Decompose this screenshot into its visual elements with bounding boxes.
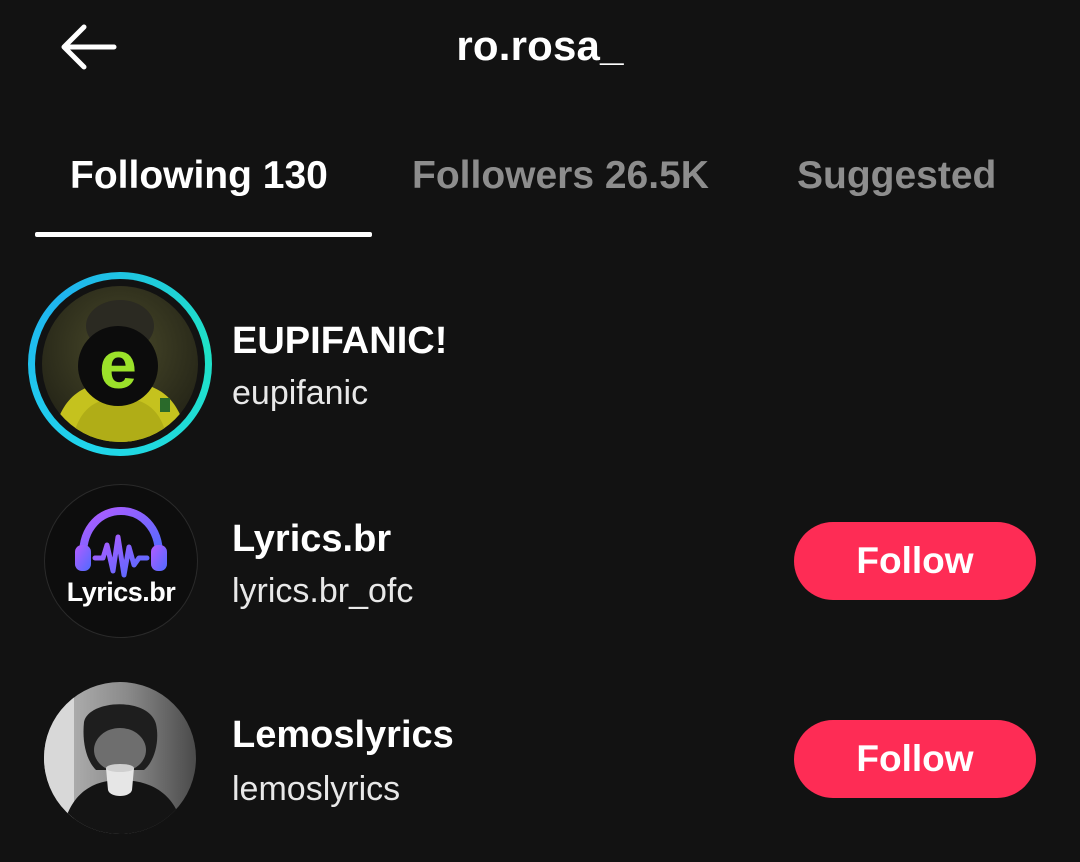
list-item[interactable]: Lemoslyrics lemoslyrics Follow: [0, 682, 1080, 862]
list-item[interactable]: e EUPIFANIC! eupifanic: [0, 272, 1080, 456]
avatar[interactable]: e: [28, 272, 212, 456]
user-display-name: EUPIFANIC!: [232, 320, 448, 362]
lemoslyrics-photo-avatar: [44, 682, 196, 834]
avatar-logo-text: Lyrics.br: [66, 577, 176, 607]
active-tab-indicator: [35, 232, 372, 237]
user-handle: lyrics.br_ofc: [232, 572, 414, 610]
tab-followers[interactable]: Followers 26.5K: [412, 154, 709, 198]
tab-following[interactable]: Following 130: [70, 154, 328, 198]
top-bar: ro.rosa_: [0, 0, 1080, 110]
avatar[interactable]: Lyrics.br: [44, 484, 198, 638]
follow-button[interactable]: Follow: [794, 522, 1036, 600]
user-handle: eupifanic: [232, 374, 369, 412]
user-display-name: Lemoslyrics: [232, 714, 454, 756]
tab-suggested[interactable]: Suggested: [797, 154, 996, 198]
follow-button[interactable]: Follow: [794, 720, 1036, 798]
avatar[interactable]: [44, 682, 196, 834]
tab-bar: Following 130 Followers 26.5K Suggested: [0, 140, 1080, 240]
svg-text:e: e: [99, 327, 137, 403]
list-item[interactable]: Lyrics.br Lyrics.br lyrics.br_ofc Follow: [0, 484, 1080, 664]
user-handle: lemoslyrics: [232, 770, 401, 808]
eupifanic-avatar: e: [42, 286, 198, 442]
page-title: ro.rosa_: [456, 22, 624, 69]
headphones-icon: [75, 506, 167, 578]
user-display-name: Lyrics.br: [232, 518, 392, 560]
